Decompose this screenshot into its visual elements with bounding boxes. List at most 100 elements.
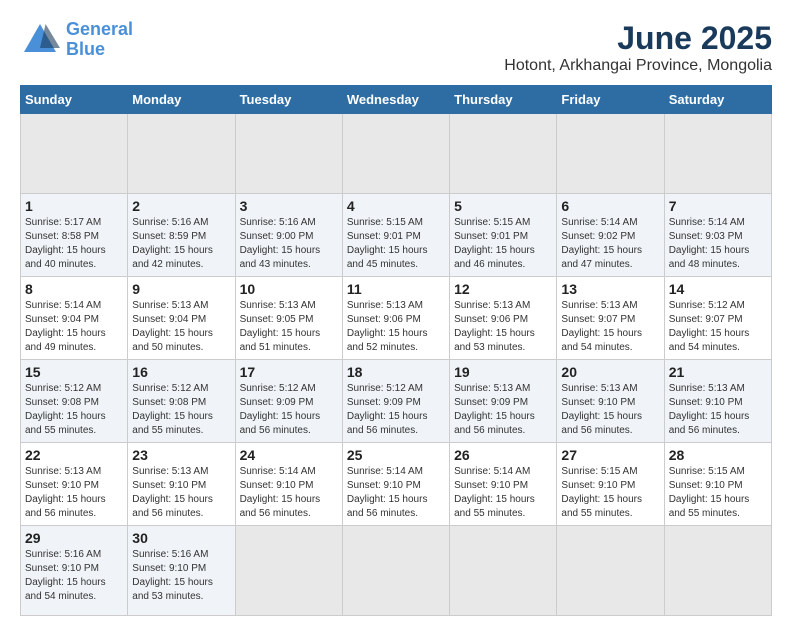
col-sunday: Sunday <box>21 86 128 114</box>
table-row <box>128 114 235 194</box>
table-row <box>664 114 771 194</box>
day-info: Sunrise: 5:16 AMSunset: 9:10 PMDaylight:… <box>132 548 230 604</box>
day-number: 3 <box>240 198 338 214</box>
table-row <box>235 526 342 616</box>
day-number: 6 <box>561 198 659 214</box>
day-info: Sunrise: 5:15 AMSunset: 9:10 PMDaylight:… <box>669 465 767 521</box>
day-info: Sunrise: 5:16 AMSunset: 9:10 PMDaylight:… <box>25 548 123 604</box>
day-info: Sunrise: 5:12 AMSunset: 9:07 PMDaylight:… <box>669 299 767 355</box>
table-row <box>450 114 557 194</box>
day-info: Sunrise: 5:13 AMSunset: 9:09 PMDaylight:… <box>454 382 552 438</box>
day-info: Sunrise: 5:12 AMSunset: 9:08 PMDaylight:… <box>132 382 230 438</box>
day-number: 29 <box>25 530 123 546</box>
table-row: 26 Sunrise: 5:14 AMSunset: 9:10 PMDaylig… <box>450 443 557 526</box>
header-row: Sunday Monday Tuesday Wednesday Thursday… <box>21 86 772 114</box>
table-row: 21 Sunrise: 5:13 AMSunset: 9:10 PMDaylig… <box>664 360 771 443</box>
table-row: 22 Sunrise: 5:13 AMSunset: 9:10 PMDaylig… <box>21 443 128 526</box>
day-number: 18 <box>347 364 445 380</box>
header: General Blue June 2025 Hotont, Arkhangai… <box>20 20 772 75</box>
col-tuesday: Tuesday <box>235 86 342 114</box>
day-info: Sunrise: 5:15 AMSunset: 9:10 PMDaylight:… <box>561 465 659 521</box>
table-row: 7 Sunrise: 5:14 AMSunset: 9:03 PMDayligh… <box>664 194 771 277</box>
day-number: 4 <box>347 198 445 214</box>
day-number: 15 <box>25 364 123 380</box>
logo-icon <box>20 20 60 60</box>
day-number: 1 <box>25 198 123 214</box>
day-info: Sunrise: 5:13 AMSunset: 9:10 PMDaylight:… <box>561 382 659 438</box>
day-number: 2 <box>132 198 230 214</box>
day-info: Sunrise: 5:14 AMSunset: 9:10 PMDaylight:… <box>347 465 445 521</box>
col-thursday: Thursday <box>450 86 557 114</box>
table-row: 3 Sunrise: 5:16 AMSunset: 9:00 PMDayligh… <box>235 194 342 277</box>
day-info: Sunrise: 5:13 AMSunset: 9:10 PMDaylight:… <box>25 465 123 521</box>
table-row: 16 Sunrise: 5:12 AMSunset: 9:08 PMDaylig… <box>128 360 235 443</box>
table-row: 19 Sunrise: 5:13 AMSunset: 9:09 PMDaylig… <box>450 360 557 443</box>
table-row: 10 Sunrise: 5:13 AMSunset: 9:05 PMDaylig… <box>235 277 342 360</box>
day-info: Sunrise: 5:14 AMSunset: 9:04 PMDaylight:… <box>25 299 123 355</box>
table-row: 18 Sunrise: 5:12 AMSunset: 9:09 PMDaylig… <box>342 360 449 443</box>
calendar-table: Sunday Monday Tuesday Wednesday Thursday… <box>20 85 772 616</box>
col-monday: Monday <box>128 86 235 114</box>
day-info: Sunrise: 5:13 AMSunset: 9:05 PMDaylight:… <box>240 299 338 355</box>
table-row: 4 Sunrise: 5:15 AMSunset: 9:01 PMDayligh… <box>342 194 449 277</box>
table-row <box>557 526 664 616</box>
day-info: Sunrise: 5:12 AMSunset: 9:08 PMDaylight:… <box>25 382 123 438</box>
table-row <box>557 114 664 194</box>
table-row: 6 Sunrise: 5:14 AMSunset: 9:02 PMDayligh… <box>557 194 664 277</box>
day-number: 23 <box>132 447 230 463</box>
day-number: 8 <box>25 281 123 297</box>
table-row <box>342 114 449 194</box>
day-info: Sunrise: 5:13 AMSunset: 9:06 PMDaylight:… <box>454 299 552 355</box>
col-wednesday: Wednesday <box>342 86 449 114</box>
day-number: 21 <box>669 364 767 380</box>
table-row: 1 Sunrise: 5:17 AMSunset: 8:58 PMDayligh… <box>21 194 128 277</box>
logo-line2: Blue <box>66 39 105 59</box>
table-row: 24 Sunrise: 5:14 AMSunset: 9:10 PMDaylig… <box>235 443 342 526</box>
table-row: 23 Sunrise: 5:13 AMSunset: 9:10 PMDaylig… <box>128 443 235 526</box>
day-info: Sunrise: 5:13 AMSunset: 9:10 PMDaylight:… <box>669 382 767 438</box>
day-number: 11 <box>347 281 445 297</box>
day-info: Sunrise: 5:13 AMSunset: 9:07 PMDaylight:… <box>561 299 659 355</box>
table-row: 20 Sunrise: 5:13 AMSunset: 9:10 PMDaylig… <box>557 360 664 443</box>
table-row <box>664 526 771 616</box>
table-row: 25 Sunrise: 5:14 AMSunset: 9:10 PMDaylig… <box>342 443 449 526</box>
day-number: 14 <box>669 281 767 297</box>
day-number: 30 <box>132 530 230 546</box>
table-row: 9 Sunrise: 5:13 AMSunset: 9:04 PMDayligh… <box>128 277 235 360</box>
day-number: 16 <box>132 364 230 380</box>
day-info: Sunrise: 5:14 AMSunset: 9:02 PMDaylight:… <box>561 216 659 272</box>
day-info: Sunrise: 5:16 AMSunset: 8:59 PMDaylight:… <box>132 216 230 272</box>
title-section: June 2025 Hotont, Arkhangai Province, Mo… <box>504 20 772 75</box>
day-info: Sunrise: 5:12 AMSunset: 9:09 PMDaylight:… <box>240 382 338 438</box>
table-row <box>450 526 557 616</box>
day-number: 5 <box>454 198 552 214</box>
calendar-subtitle: Hotont, Arkhangai Province, Mongolia <box>504 57 772 75</box>
table-row: 11 Sunrise: 5:13 AMSunset: 9:06 PMDaylig… <box>342 277 449 360</box>
table-row: 8 Sunrise: 5:14 AMSunset: 9:04 PMDayligh… <box>21 277 128 360</box>
table-row: 14 Sunrise: 5:12 AMSunset: 9:07 PMDaylig… <box>664 277 771 360</box>
calendar-title: June 2025 <box>504 20 772 57</box>
day-info: Sunrise: 5:16 AMSunset: 9:00 PMDaylight:… <box>240 216 338 272</box>
table-row <box>235 114 342 194</box>
day-number: 26 <box>454 447 552 463</box>
day-number: 19 <box>454 364 552 380</box>
table-row: 30 Sunrise: 5:16 AMSunset: 9:10 PMDaylig… <box>128 526 235 616</box>
day-number: 25 <box>347 447 445 463</box>
day-number: 17 <box>240 364 338 380</box>
day-info: Sunrise: 5:13 AMSunset: 9:06 PMDaylight:… <box>347 299 445 355</box>
day-info: Sunrise: 5:14 AMSunset: 9:10 PMDaylight:… <box>454 465 552 521</box>
table-row: 5 Sunrise: 5:15 AMSunset: 9:01 PMDayligh… <box>450 194 557 277</box>
table-row: 29 Sunrise: 5:16 AMSunset: 9:10 PMDaylig… <box>21 526 128 616</box>
day-info: Sunrise: 5:13 AMSunset: 9:10 PMDaylight:… <box>132 465 230 521</box>
col-friday: Friday <box>557 86 664 114</box>
day-info: Sunrise: 5:14 AMSunset: 9:10 PMDaylight:… <box>240 465 338 521</box>
day-number: 28 <box>669 447 767 463</box>
table-row <box>342 526 449 616</box>
table-row: 17 Sunrise: 5:12 AMSunset: 9:09 PMDaylig… <box>235 360 342 443</box>
day-info: Sunrise: 5:13 AMSunset: 9:04 PMDaylight:… <box>132 299 230 355</box>
day-number: 12 <box>454 281 552 297</box>
day-number: 27 <box>561 447 659 463</box>
day-number: 10 <box>240 281 338 297</box>
table-row: 27 Sunrise: 5:15 AMSunset: 9:10 PMDaylig… <box>557 443 664 526</box>
day-number: 13 <box>561 281 659 297</box>
